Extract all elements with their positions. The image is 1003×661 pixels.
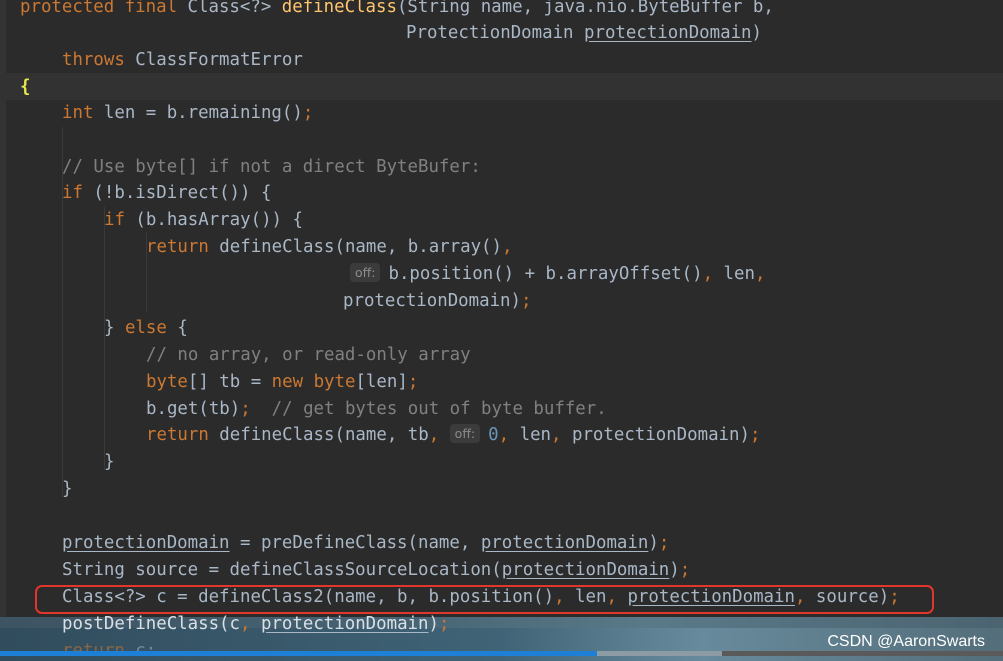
code-text: (!b.isDirect()) { xyxy=(82,183,272,203)
video-buffer-bar xyxy=(597,651,722,656)
code-text: ) xyxy=(669,560,680,580)
param-reference: protectionDomain xyxy=(62,533,230,553)
semicolon: ; xyxy=(749,425,761,445)
code-line[interactable]: } xyxy=(104,449,114,475)
comma: , xyxy=(754,264,766,284)
keyword: if xyxy=(62,183,83,203)
keyword: throws xyxy=(62,50,125,70)
code-text: defineClass(name, tb xyxy=(208,425,429,445)
code-line[interactable]: return c; xyxy=(62,638,156,652)
comment: // get bytes out of byte buffer. xyxy=(250,399,607,419)
code-text: (String name, java.nio.ByteBuffer b, xyxy=(396,0,774,17)
comma: , xyxy=(498,425,510,445)
code-text: ) xyxy=(428,614,439,634)
csdn-watermark: CSDN @AaronSwarts xyxy=(827,633,985,650)
keyword: if xyxy=(104,210,125,230)
code-line[interactable]: throws ClassFormatError xyxy=(62,47,303,73)
code-line[interactable]: ProtectionDomain protectionDomain) xyxy=(406,20,762,46)
keyword: protected final xyxy=(20,0,178,17)
code-text: len = b.remaining() xyxy=(93,103,303,123)
keyword: return xyxy=(146,237,209,257)
comma: , xyxy=(240,614,251,634)
code-text: protectionDomain) xyxy=(561,425,750,445)
code-text: len xyxy=(509,425,552,445)
video-progress-bar[interactable] xyxy=(0,651,597,656)
code-line[interactable]: byte[] tb = new byte[len]; xyxy=(146,369,418,395)
code-text: (b.hasArray()) { xyxy=(124,210,303,230)
code-line[interactable]: // Use byte[] if not a direct ByteBufer: xyxy=(62,154,481,180)
code-line[interactable]: String source = defineClassSourceLocatio… xyxy=(62,557,690,583)
code-text: ) xyxy=(751,23,763,43)
code-line[interactable]: return defineClass(name, tb, off: 0, len,… xyxy=(146,422,760,448)
current-line-highlight xyxy=(0,73,1003,100)
code-text: protectionDomain) xyxy=(343,291,521,311)
code-line[interactable]: if (!b.isDirect()) { xyxy=(62,180,271,206)
code-line[interactable]: } xyxy=(62,476,72,502)
comma: , xyxy=(702,264,714,284)
semicolon: ; xyxy=(407,372,419,392)
code-text: = preDefineClass(name, xyxy=(229,533,481,553)
comment: // Use byte[] if not a direct ByteBufer: xyxy=(62,157,481,177)
code-line[interactable]: if (b.hasArray()) { xyxy=(104,207,303,233)
code-line[interactable]: protectionDomain); xyxy=(343,288,531,314)
code-line[interactable]: return defineClass(name, b.array(), xyxy=(146,234,512,260)
code-line[interactable]: protectionDomain = preDefineClass(name, … xyxy=(62,530,669,556)
semicolon: ; xyxy=(679,560,691,580)
code-text: defineClass(name, b.array() xyxy=(208,237,502,257)
keyword: byte xyxy=(313,372,356,392)
parameter-hint: off: xyxy=(350,263,381,282)
code-text: [] tb = xyxy=(187,372,272,392)
keyword: return xyxy=(146,425,209,445)
code-line[interactable]: // no array, or read-only array xyxy=(146,342,471,368)
param-reference: protectionDomain xyxy=(584,23,752,43)
semicolon: ; xyxy=(240,399,251,419)
code-text: [len] xyxy=(355,372,408,392)
parameter-hint: off: xyxy=(449,424,481,443)
comment: // no array, or read-only array xyxy=(146,345,471,365)
code-text: ClassFormatError xyxy=(124,50,303,70)
param-reference: protectionDomain xyxy=(260,614,429,634)
semicolon: ; xyxy=(521,291,532,311)
param-reference: protectionDomain xyxy=(501,560,670,580)
red-highlight-box xyxy=(35,585,934,614)
semicolon: ; xyxy=(302,103,314,123)
code-text: postDefineClass(c xyxy=(62,614,240,634)
matched-brace: { xyxy=(20,77,31,97)
closing-brace: } xyxy=(104,452,115,472)
code-text: b.position() + b.arrayOffset() xyxy=(388,264,703,284)
keyword: byte xyxy=(146,372,188,392)
code-line[interactable]: postDefineClass(c, protectionDomain); xyxy=(62,611,449,637)
code-line[interactable]: { xyxy=(20,74,30,100)
code-line[interactable]: off: b.position() + b.arrayOffset(), len, xyxy=(350,261,765,287)
keyword: int xyxy=(62,103,94,123)
comma: , xyxy=(551,425,562,445)
code-text: len xyxy=(713,264,755,284)
code-line[interactable]: protected final Class<?> defineClass(Str… xyxy=(20,0,774,20)
code-text: ProtectionDomain xyxy=(406,23,584,43)
code-editor[interactable]: protected final Class<?> defineClass(Str… xyxy=(0,0,1003,661)
comma: , xyxy=(428,425,440,445)
code-text: ) xyxy=(648,533,659,553)
code-text: String source = defineClassSourceLocatio… xyxy=(62,560,502,580)
code-text: { xyxy=(166,318,188,338)
number-literal: 0 xyxy=(488,425,499,445)
keyword: new xyxy=(271,372,304,392)
code-line[interactable]: b.get(tb); // get bytes out of byte buff… xyxy=(146,396,607,422)
code-text: } xyxy=(104,318,125,338)
code-text: b.get(tb) xyxy=(146,399,241,419)
param-reference: protectionDomain xyxy=(480,533,649,553)
code-line[interactable]: int len = b.remaining(); xyxy=(62,100,313,126)
semicolon: ; xyxy=(438,614,450,634)
semicolon: ; xyxy=(658,533,670,553)
keyword: else xyxy=(124,318,167,338)
code-line[interactable]: } else { xyxy=(104,315,188,341)
method-name: defineClass xyxy=(281,0,397,17)
comma: , xyxy=(502,237,513,257)
closing-brace: } xyxy=(62,479,73,499)
code-text: Class<?> xyxy=(177,0,282,17)
